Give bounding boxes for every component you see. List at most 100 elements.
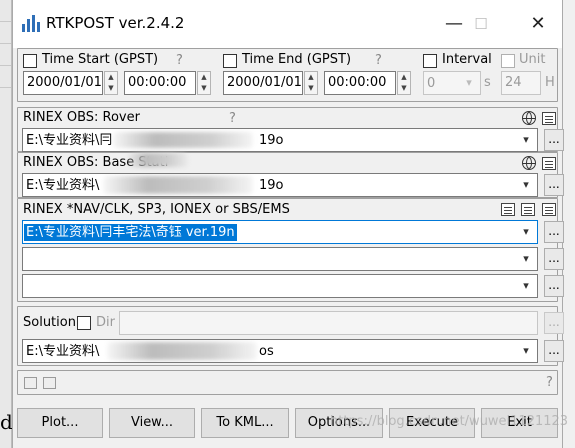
spinner-down-icon[interactable]: ▼ [105,83,117,94]
rinex-base-browse-button[interactable]: ... [544,174,564,196]
view-file-icon[interactable] [542,157,556,170]
background-text: d [0,410,13,434]
solution-path: E:\专业资料\ [26,344,100,359]
interval-checkbox[interactable] [423,54,437,68]
rtkpost-app-icon [21,14,41,32]
chevron-down-icon: ▾ [523,133,529,146]
interval-select[interactable]: 0 ▾ [423,71,481,95]
rinex-nav-label: RINEX *NAV/CLK, SP3, IONEX or SBS/EMS [23,202,290,217]
unit-label: Unit [519,52,546,67]
view-file-icon[interactable] [542,203,556,216]
globe-icon[interactable] [522,111,536,125]
time-settings-group: Time Start (GPST) ? 2000/01/01 ▲ ▼ 00:00:… [17,48,558,102]
rinex-nav-file-1: E:\专业资料\冃丰宅法\奇钰 ver.19n [24,224,237,241]
rinex-nav-browse-button-3[interactable]: ... [544,275,564,297]
solution-path-end: os [259,344,274,359]
rinex-rover-browse-button[interactable]: ... [544,129,564,151]
rinex-nav-browse-button-1[interactable]: ... [544,221,564,243]
chevron-down-icon: ▾ [523,279,529,292]
time-end-help[interactable]: ? [375,53,382,68]
background-window-edge [0,66,11,88]
spinner-up-icon[interactable]: ▲ [105,72,117,83]
unit-field[interactable]: 24 [501,71,541,95]
time-end-time-field[interactable]: 00:00:00 [324,71,396,95]
redacted-path [103,176,253,194]
interval-label: Interval [442,52,492,67]
window-title: RTKPOST ver.2.4.2 [46,14,185,32]
rinex-rover-label: RINEX OBS: Rover [23,110,140,125]
time-start-date-spinner[interactable]: ▲ ▼ [104,71,118,95]
view-button[interactable]: View... [109,408,195,438]
rinex-rover-group: RINEX OBS: Rover ? E:\专业资料\冃 19o ▾ ... [17,107,564,152]
time-start-date-field[interactable]: 2000/01/01 [23,71,103,95]
globe-icon[interactable] [522,156,536,170]
view-file-icon[interactable] [501,203,515,216]
unit-checkbox[interactable] [501,54,515,68]
time-end-time-spinner[interactable]: ▲ ▼ [397,71,411,95]
unit-hours: H [545,75,555,90]
time-start-time-spinner[interactable]: ▲ ▼ [197,71,211,95]
status-square-icon [43,377,56,389]
background-window-strip [0,0,12,448]
rinex-nav-select-1[interactable]: E:\专业资料\冃丰宅法\奇钰 ver.19n ▾ [22,220,538,244]
rinex-nav-select-2[interactable]: ▾ [22,247,538,271]
chevron-down-icon: ▾ [523,178,529,191]
time-end-checkbox[interactable] [223,54,237,68]
watermark-text: https://blog.csdn.net/wuwei1121123 [330,414,569,429]
time-end-date-field[interactable]: 2000/01/01 [223,71,303,95]
rinex-rover-select[interactable]: E:\专业资料\冃 19o ▾ [22,128,538,152]
title-bar: RTKPOST ver.2.4.2 — ☐ ✕ [13,0,562,48]
minimize-button[interactable]: — [439,10,469,38]
chevron-down-icon: ▾ [466,76,472,89]
redacted-path [113,132,253,148]
solution-group: Solution Dir ... E:\专业资料\ os ▾ ... [17,306,564,366]
rinex-nav-browse-button-2[interactable]: ... [544,248,564,270]
rtkpost-window: RTKPOST ver.2.4.2 — ☐ ✕ Time Start (GPST… [12,0,564,448]
spinner-down-icon[interactable]: ▼ [305,83,317,94]
redacted-label [128,153,188,167]
rinex-nav-select-3[interactable]: ▾ [22,274,538,298]
solution-select[interactable]: E:\专业资料\ os ▾ [22,339,538,363]
redacted-path [107,342,257,360]
dir-label: Dir [96,315,115,330]
spinner-up-icon[interactable]: ▲ [198,72,210,83]
spinner-up-icon[interactable]: ▲ [305,72,317,83]
view-file-icon[interactable] [542,112,556,125]
dir-field[interactable] [119,311,538,335]
rinex-base-group: RINEX OBS: Base Stati E:\专业资料\ 19o ▾ ... [17,152,564,198]
rinex-rover-path: E:\专业资料\冃 [26,133,113,148]
solution-label: Solution [23,315,76,330]
time-start-help[interactable]: ? [176,53,183,68]
rinex-base-path: E:\专业资料\ [26,178,100,193]
dir-browse-button[interactable]: ... [544,312,564,334]
maximize-button[interactable]: ☐ [466,10,496,38]
solution-browse-button[interactable]: ... [544,340,564,362]
rinex-rover-help[interactable]: ? [229,111,236,126]
dir-checkbox[interactable] [77,316,91,330]
view-file-icon[interactable] [521,203,535,216]
spinner-down-icon[interactable]: ▼ [398,83,410,94]
background-window-edge [0,22,11,44]
time-start-checkbox[interactable] [23,54,37,68]
rinex-nav-group: RINEX *NAV/CLK, SP3, IONEX or SBS/EMS E:… [17,198,564,302]
close-button[interactable]: ✕ [523,10,553,38]
time-end-date-spinner[interactable]: ▲ ▼ [304,71,318,95]
to-kml-button[interactable]: To KML... [201,408,289,438]
interval-value: 0 [427,76,436,91]
chevron-down-icon: ▾ [523,252,529,265]
rinex-base-select[interactable]: E:\专业资料\ 19o ▾ [22,173,538,197]
time-start-time-field[interactable]: 00:00:00 [124,71,196,95]
spinner-up-icon[interactable]: ▲ [398,72,410,83]
rinex-rover-path-end: 19o [259,133,284,148]
status-bar: ? [17,370,558,395]
time-start-label: Time Start (GPST) [42,52,159,67]
rinex-base-path-end: 19o [259,178,284,193]
status-help[interactable]: ? [546,375,553,390]
plot-button[interactable]: Plot... [17,408,103,438]
time-end-label: Time End (GPST) [242,52,352,67]
background-window-edge [0,0,11,22]
chevron-down-icon: ▾ [523,344,529,357]
status-square-icon [24,377,37,389]
interval-unit: s [484,75,491,90]
spinner-down-icon[interactable]: ▼ [198,83,210,94]
